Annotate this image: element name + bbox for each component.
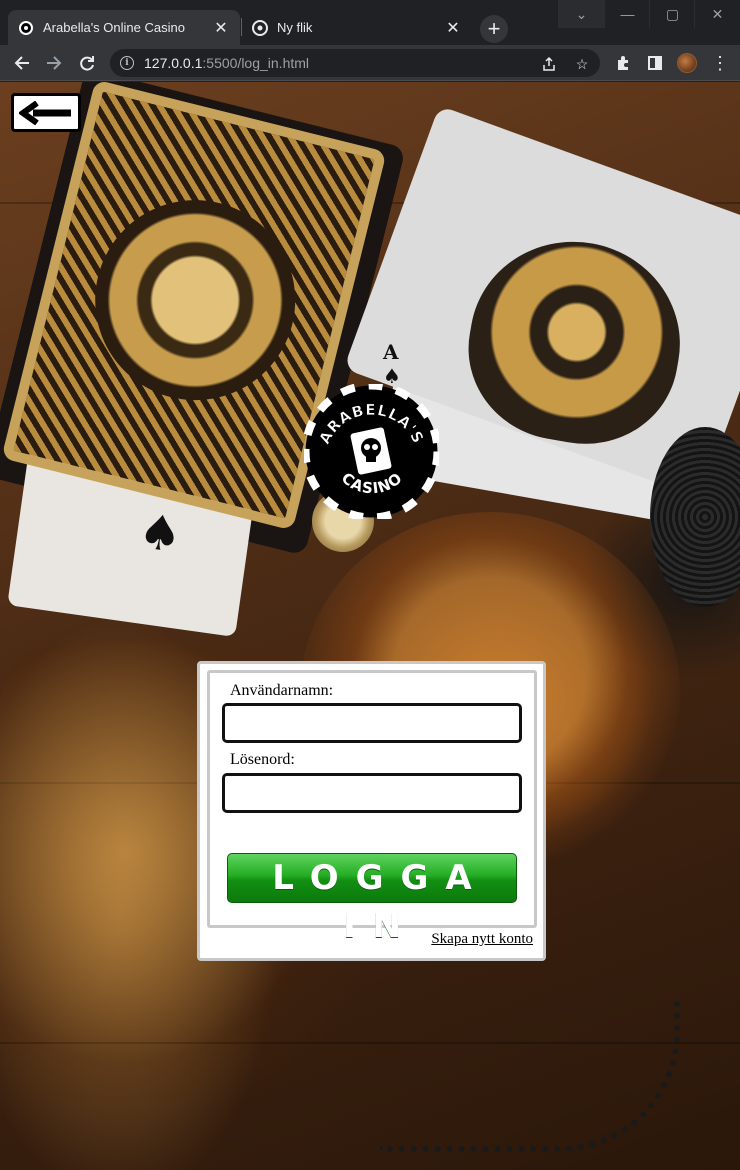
kebab-menu-icon[interactable]: ⋮ xyxy=(706,49,734,77)
close-tab-icon[interactable]: ✕ xyxy=(444,19,462,37)
browser-tabstrip: Arabella's Online Casino ✕ Ny flik ✕ + ⌄… xyxy=(0,0,740,45)
password-label: Lösenord: xyxy=(230,751,295,768)
create-account-link[interactable]: Skapa nytt konto xyxy=(431,931,533,948)
tab-new-tab[interactable]: Ny flik ✕ xyxy=(242,10,472,45)
casino-logo: ARABELLA'S CASINO xyxy=(301,381,442,522)
url-host: 127.0.0.1 xyxy=(144,55,203,71)
share-icon[interactable] xyxy=(540,55,558,73)
side-panel-icon[interactable] xyxy=(641,49,669,77)
close-tab-icon[interactable]: ✕ xyxy=(212,19,230,37)
minimize-icon[interactable]: — xyxy=(604,0,650,28)
profile-avatar[interactable] xyxy=(677,53,697,73)
chrome-icon xyxy=(252,19,268,36)
new-tab-button[interactable]: + xyxy=(480,15,508,43)
reload-icon[interactable] xyxy=(73,49,101,77)
url-path: :5500/log_in.html xyxy=(202,55,310,71)
login-form: Användarnamn: Lösenord: LOGGA IN xyxy=(207,670,537,946)
login-button[interactable]: LOGGA IN xyxy=(227,853,517,946)
tab-title: Arabella's Online Casino xyxy=(43,20,185,35)
watch-chain-decor xyxy=(380,1002,680,1152)
browser-toolbar: i 127.0.0.1:5500/log_in.html ☆ ⋮ xyxy=(0,45,740,81)
tab-arabellas-casino[interactable]: Arabella's Online Casino ✕ xyxy=(8,10,240,45)
info-icon[interactable]: i xyxy=(120,56,134,70)
login-panel: Användarnamn: Lösenord: LOGGA IN Skapa n… xyxy=(197,661,546,961)
ace-corner-label: A ♠ xyxy=(383,340,401,388)
url-text: 127.0.0.1:5500/log_in.html xyxy=(144,55,309,71)
forward-arrow-icon[interactable] xyxy=(40,49,68,77)
password-input[interactable] xyxy=(222,773,522,813)
back-button[interactable] xyxy=(11,93,81,132)
bookmark-star-icon[interactable]: ☆ xyxy=(573,55,591,73)
address-bar[interactable]: i 127.0.0.1:5500/log_in.html ☆ xyxy=(110,49,600,77)
chevron-down-icon[interactable]: ⌄ xyxy=(558,0,604,28)
casino-chip-icon xyxy=(18,20,34,36)
username-label: Användarnamn: xyxy=(230,682,334,699)
close-icon[interactable]: ✕ xyxy=(694,0,740,28)
left-arrow-icon xyxy=(19,100,71,125)
maximize-icon[interactable]: ▢ xyxy=(649,0,695,28)
page-background: ♠ A ♠ ARABELLA'S CASINO Användarnamn: Lö… xyxy=(0,82,740,1170)
back-arrow-icon[interactable] xyxy=(8,49,36,77)
username-input[interactable] xyxy=(222,703,522,743)
extensions-puzzle-icon[interactable] xyxy=(609,49,637,77)
tab-title: Ny flik xyxy=(277,20,313,35)
spade-icon: ♠ xyxy=(134,502,186,565)
